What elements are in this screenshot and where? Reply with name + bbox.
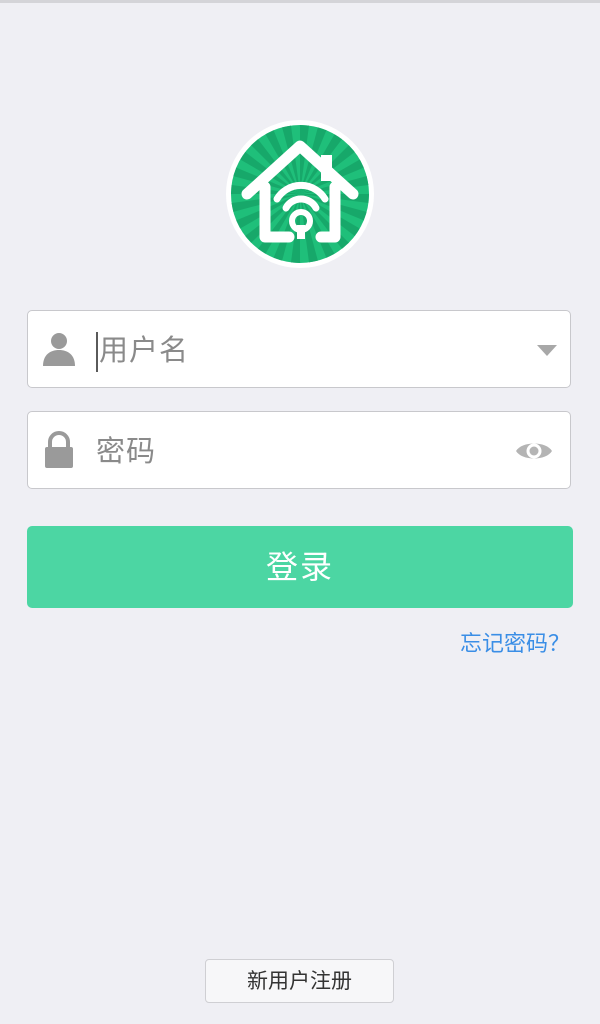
text-cursor (96, 332, 98, 372)
dropdown-arrow-icon[interactable] (535, 341, 559, 359)
password-field[interactable]: 密码 (27, 411, 571, 489)
lock-icon (40, 431, 78, 469)
eye-icon[interactable] (514, 437, 554, 465)
password-input[interactable]: 密码 (96, 412, 156, 490)
top-divider (0, 0, 600, 3)
login-screen: 用户名 密码 登录 忘记密码？ 新用户注册 (0, 0, 600, 1024)
app-logo-icon (225, 119, 375, 269)
username-field[interactable]: 用户名 (27, 310, 571, 388)
login-button[interactable]: 登录 (27, 526, 573, 608)
register-button[interactable]: 新用户注册 (205, 959, 394, 1003)
forgot-password-link[interactable]: 忘记密码？ (460, 628, 570, 662)
user-icon (40, 330, 78, 368)
username-input[interactable]: 用户名 (99, 311, 189, 389)
